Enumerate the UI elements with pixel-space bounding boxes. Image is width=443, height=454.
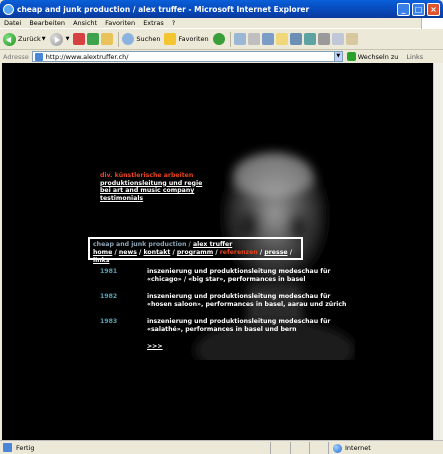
home-icon[interactable] (101, 33, 114, 45)
search-label: Suchen (136, 35, 161, 43)
title-bar: cheap and junk production / alex truffer… (0, 0, 443, 18)
entry-year: 1982 (100, 293, 118, 300)
entry-year: 1981 (100, 268, 118, 275)
status-cell (270, 442, 288, 454)
nav-kontakt[interactable]: kontakt (143, 249, 170, 256)
nav-separator: / (213, 249, 220, 256)
side-menu-item-testimonials[interactable]: testimonials (100, 195, 202, 203)
back-arrow-icon (3, 32, 16, 46)
paste-icon[interactable] (345, 33, 358, 45)
address-input[interactable]: http://www.alextruffer.ch/ (31, 51, 335, 62)
toolbar-divider (229, 31, 231, 47)
menu-datei[interactable]: Datei (4, 19, 21, 27)
page-content: div. künstlerische arbeiten produktionsl… (2, 63, 433, 440)
favorites-button[interactable]: Favoriten (164, 33, 209, 45)
go-arrow-icon (346, 52, 356, 61)
entry-description: inszenierung und produktionsleitung mode… (147, 268, 331, 283)
nav-links: home / news / kontakt / programm / refer… (93, 249, 298, 265)
entry-description: inszenierung und produktionsleitung mode… (147, 293, 347, 308)
menu-extras[interactable]: Extras (143, 19, 164, 27)
nav-presse[interactable]: presse (264, 249, 287, 256)
more-link[interactable]: >>> (147, 343, 163, 350)
research-icon[interactable] (303, 33, 316, 45)
side-menu-item-art-and-music[interactable]: bei art and music company (100, 187, 202, 195)
search-icon (122, 33, 135, 45)
address-label: Adresse (3, 52, 29, 61)
forward-arrow-icon (49, 32, 63, 46)
discuss-icon[interactable] (275, 33, 288, 45)
links-button[interactable]: Links (406, 53, 423, 61)
side-menu-heading: div. künstlerische arbeiten (100, 172, 194, 179)
maximize-button[interactable]: □ (412, 3, 425, 16)
back-label: Zurück (18, 35, 41, 43)
nav-home[interactable]: home (93, 249, 112, 256)
site-title: cheap and junk production / alex truffer (93, 241, 298, 249)
reference-list: 1981 inszenierung und produktionsleitung… (100, 268, 360, 343)
status-cell (309, 442, 327, 454)
side-menu-item-produktionsleitung[interactable]: produktionsleitung und regie (100, 180, 202, 188)
star-icon (164, 33, 177, 45)
site-name-link[interactable]: alex truffer (193, 241, 232, 248)
nav-separator: / (287, 249, 292, 256)
side-menu: div. künstlerische arbeiten produktionsl… (100, 172, 202, 202)
security-zone: Internet (328, 442, 371, 454)
menu-favoriten[interactable]: Favoriten (105, 19, 135, 27)
stop-icon[interactable] (73, 33, 86, 45)
print-icon[interactable] (247, 33, 260, 45)
nav-referenzen-active: referenzen (219, 249, 258, 256)
ie-logo-icon (3, 3, 14, 15)
toolbar: Zurück ▼ ▼ Suchen Favoriten (0, 29, 443, 50)
address-bar: Adresse http://www.alextruffer.ch/ ▼ Wec… (0, 50, 443, 63)
refresh-icon[interactable] (87, 33, 100, 45)
history-icon[interactable] (212, 33, 225, 45)
nav-news[interactable]: news (119, 249, 137, 256)
vertical-scrollbar[interactable] (433, 63, 443, 440)
toolbar-divider (118, 31, 120, 47)
close-button[interactable]: × (427, 3, 440, 16)
back-button[interactable]: Zurück ▼ (3, 32, 46, 46)
forward-button[interactable]: ▼ (49, 32, 70, 46)
menu-bar: Datei Bearbeiten Ansicht Favoriten Extra… (0, 18, 443, 29)
go-label: Wechseln zu (357, 52, 399, 61)
page-done-icon (3, 443, 12, 452)
windows-logo-icon (421, 18, 443, 29)
list-item: 1981 inszenierung und produktionsleitung… (100, 268, 360, 293)
copy-icon[interactable] (331, 33, 344, 45)
cut-icon[interactable] (317, 33, 330, 45)
window-title: cheap and junk production / alex truffer… (17, 4, 310, 14)
address-url: http://www.alextruffer.ch/ (45, 52, 129, 61)
nav-programm[interactable]: programm (177, 249, 213, 256)
go-button[interactable]: Wechseln zu (346, 52, 399, 61)
menu-ansicht[interactable]: Ansicht (73, 19, 97, 27)
entry-description: inszenierung und produktionsleitung mode… (147, 318, 331, 333)
window-controls: _ □ × (397, 3, 440, 16)
nav-separator: / (112, 249, 119, 256)
menu-help[interactable]: ? (172, 19, 175, 27)
messenger-icon[interactable] (289, 33, 302, 45)
edit-icon[interactable] (261, 33, 274, 45)
list-item: 1983 inszenierung und produktionsleitung… (100, 318, 360, 343)
status-text: Fertig (16, 443, 35, 452)
entry-year: 1983 (100, 318, 118, 325)
chevron-down-icon: ▼ (41, 36, 46, 42)
status-bar: Fertig Internet (0, 440, 443, 454)
search-button[interactable]: Suchen (122, 33, 160, 45)
list-item: 1982 inszenierung und produktionsleitung… (100, 293, 360, 318)
favorites-label: Favoriten (178, 35, 209, 43)
nav-separator: / (170, 249, 177, 256)
page-icon (34, 52, 43, 61)
mail-icon[interactable] (233, 33, 246, 45)
chevron-down-icon: ▼ (65, 36, 70, 42)
nav-links-page[interactable]: links (93, 257, 109, 264)
site-navigation: cheap and junk production / alex truffer… (88, 237, 303, 264)
minimize-button[interactable]: _ (397, 3, 410, 16)
address-dropdown-button[interactable]: ▼ (333, 51, 343, 62)
status-cell (290, 442, 308, 454)
menu-bearbeiten[interactable]: Bearbeiten (29, 19, 65, 27)
globe-icon (333, 443, 342, 453)
site-prefix: cheap and junk production / (93, 241, 193, 248)
zone-label: Internet (345, 444, 371, 452)
